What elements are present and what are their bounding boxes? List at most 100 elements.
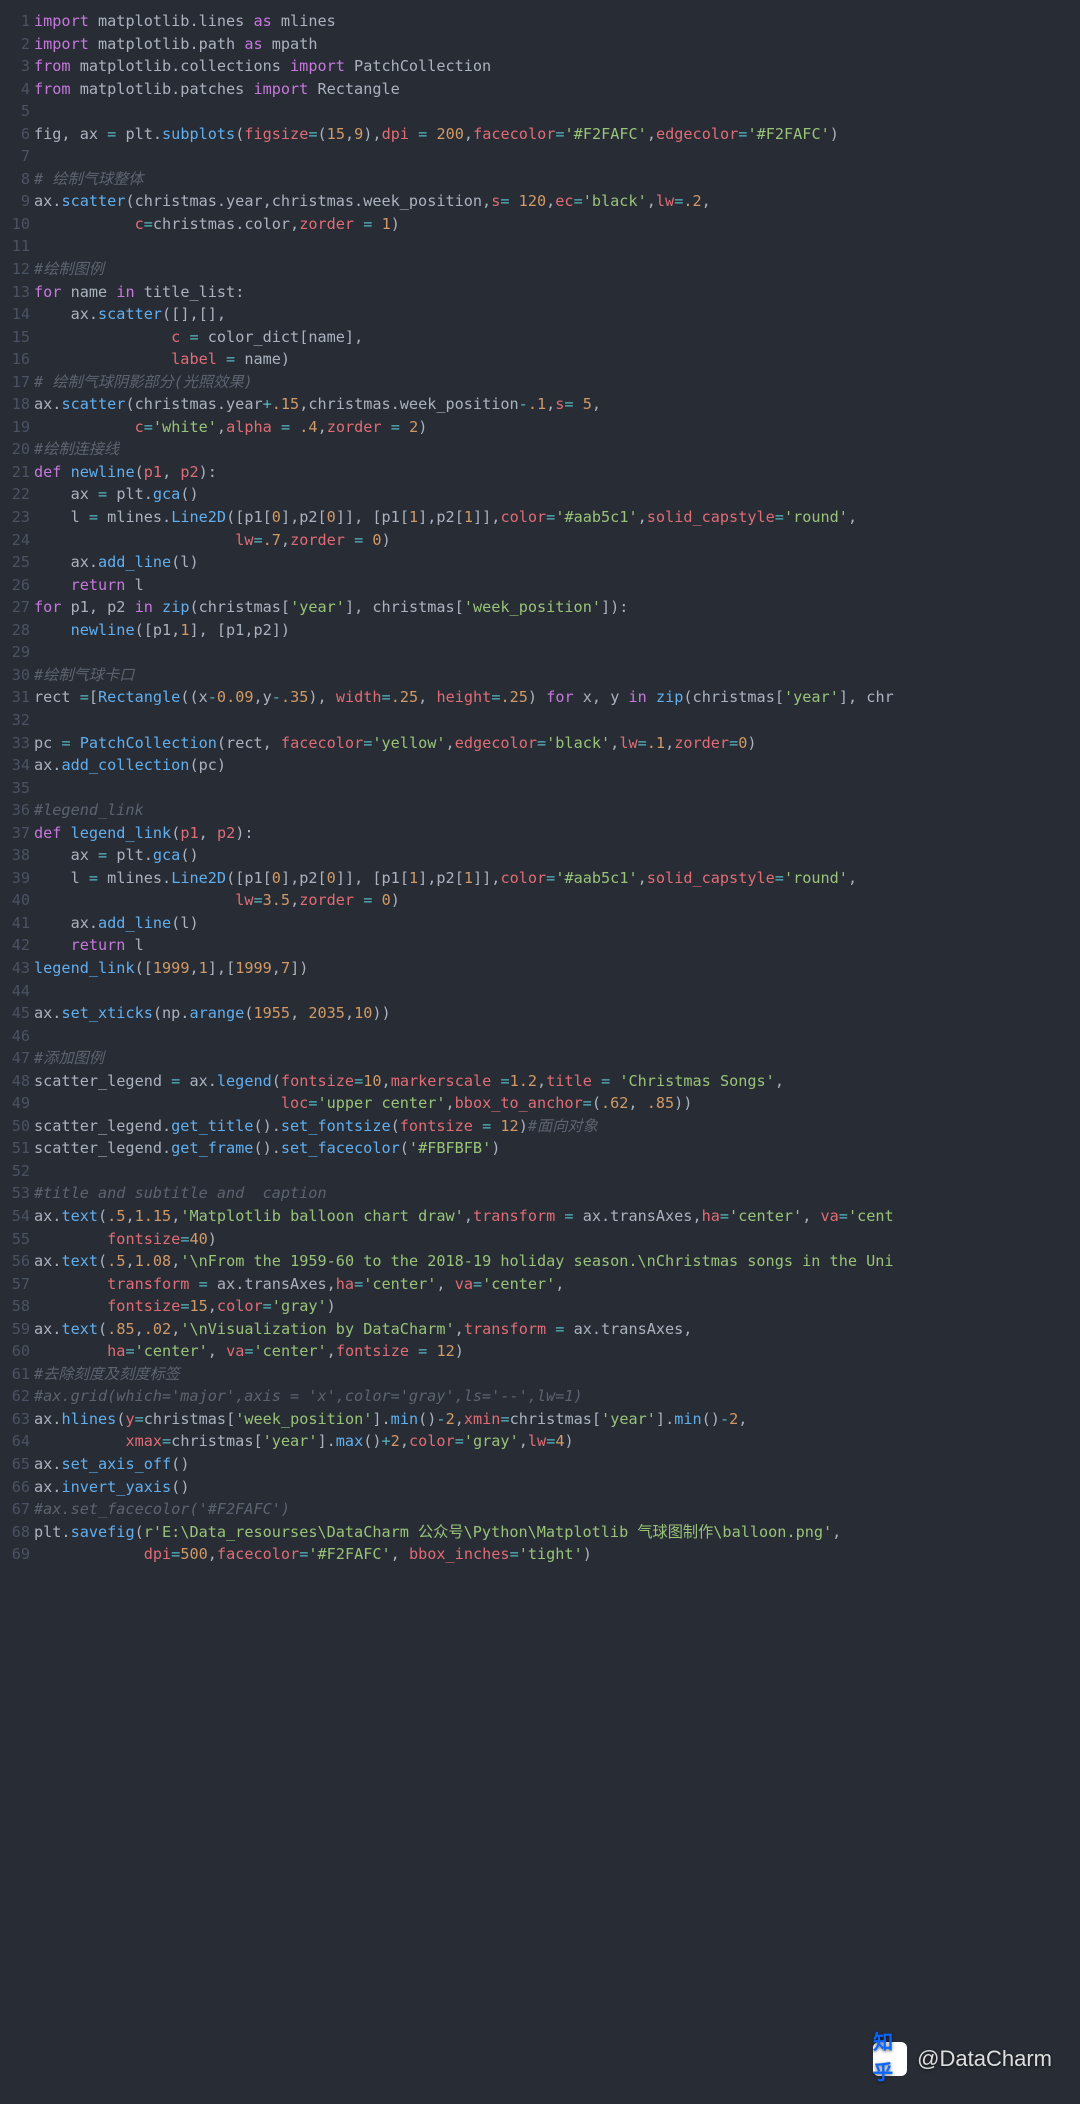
code-text[interactable]: c=christmas.color,zorder = 1) xyxy=(34,213,400,236)
code-line[interactable]: 6fig, ax = plt.subplots(figsize=(15,9),d… xyxy=(0,123,1080,146)
code-text[interactable]: #title and subtitle and caption xyxy=(34,1182,327,1205)
code-text[interactable]: #添加图例 xyxy=(34,1047,104,1070)
code-text[interactable] xyxy=(34,145,43,168)
code-text[interactable]: import matplotlib.path as mpath xyxy=(34,33,318,56)
code-text[interactable]: lw=.7,zorder = 0) xyxy=(34,529,391,552)
code-text[interactable]: dpi=500,facecolor='#F2FAFC', bbox_inches… xyxy=(34,1543,592,1566)
code-line[interactable]: 54ax.text(.5,1.15,'Matplotlib balloon ch… xyxy=(0,1205,1080,1228)
code-text[interactable]: def newline(p1, p2): xyxy=(34,461,217,484)
code-line[interactable]: 44 xyxy=(0,980,1080,1003)
code-text[interactable]: label = name) xyxy=(34,348,290,371)
code-text[interactable]: #绘制连接线 xyxy=(34,438,119,461)
code-line[interactable]: 56ax.text(.5,1.08,'\nFrom the 1959-60 to… xyxy=(0,1250,1080,1273)
code-line[interactable]: 3from matplotlib.collections import Patc… xyxy=(0,55,1080,78)
code-text[interactable]: plt.savefig(r'E:\Data_resourses\DataChar… xyxy=(34,1521,841,1544)
code-text[interactable]: l = mlines.Line2D([p1[0],p2[0]], [p1[1],… xyxy=(34,506,857,529)
code-text[interactable]: ax = plt.gca() xyxy=(34,483,199,506)
code-text[interactable]: transform = ax.transAxes,ha='center', va… xyxy=(34,1273,564,1296)
code-text[interactable] xyxy=(34,980,43,1003)
code-text[interactable]: xmax=christmas['year'].max()+2,color='gr… xyxy=(34,1430,574,1453)
code-line[interactable]: 69 dpi=500,facecolor='#F2FAFC', bbox_inc… xyxy=(0,1543,1080,1566)
code-text[interactable]: #legend_link xyxy=(34,799,144,822)
code-line[interactable]: 16 label = name) xyxy=(0,348,1080,371)
code-line[interactable]: 33pc = PatchCollection(rect, facecolor='… xyxy=(0,732,1080,755)
code-text[interactable]: #绘制图例 xyxy=(34,258,104,281)
code-text[interactable]: ax.hlines(y=christmas['week_position'].m… xyxy=(34,1408,747,1431)
code-line[interactable]: 30#绘制气球卡口 xyxy=(0,664,1080,687)
code-line[interactable]: 21def newline(p1, p2): xyxy=(0,461,1080,484)
code-text[interactable]: ax.text(.5,1.08,'\nFrom the 1959-60 to t… xyxy=(34,1250,894,1273)
code-line[interactable]: 38 ax = plt.gca() xyxy=(0,844,1080,867)
code-text[interactable]: fontsize=15,color='gray') xyxy=(34,1295,336,1318)
code-text[interactable]: #绘制气球卡口 xyxy=(34,664,134,687)
code-line[interactable]: 10 c=christmas.color,zorder = 1) xyxy=(0,213,1080,236)
code-line[interactable]: 14 ax.scatter([],[], xyxy=(0,303,1080,326)
code-text[interactable]: # 绘制气球整体 xyxy=(34,168,143,191)
code-text[interactable]: pc = PatchCollection(rect, facecolor='ye… xyxy=(34,732,757,755)
code-text[interactable]: ha='center', va='center',fontsize = 12) xyxy=(34,1340,464,1363)
code-text[interactable] xyxy=(34,1160,43,1183)
code-line[interactable]: 29 xyxy=(0,641,1080,664)
code-line[interactable]: 9ax.scatter(christmas.year,christmas.wee… xyxy=(0,190,1080,213)
code-line[interactable]: 15 c = color_dict[name], xyxy=(0,326,1080,349)
code-line[interactable]: 35 xyxy=(0,777,1080,800)
code-text[interactable]: from matplotlib.patches import Rectangle xyxy=(34,78,400,101)
code-line[interactable]: 34ax.add_collection(pc) xyxy=(0,754,1080,777)
code-line[interactable]: 12#绘制图例 xyxy=(0,258,1080,281)
code-line[interactable]: 11 xyxy=(0,235,1080,258)
code-line[interactable]: 22 ax = plt.gca() xyxy=(0,483,1080,506)
code-line[interactable]: 8# 绘制气球整体 xyxy=(0,168,1080,191)
code-text[interactable]: for name in title_list: xyxy=(34,281,244,304)
code-line[interactable]: 4from matplotlib.patches import Rectangl… xyxy=(0,78,1080,101)
code-text[interactable]: ax.set_axis_off() xyxy=(34,1453,189,1476)
code-line[interactable]: 40 lw=3.5,zorder = 0) xyxy=(0,889,1080,912)
code-line[interactable]: 28 newline([p1,1], [p1,p2]) xyxy=(0,619,1080,642)
code-text[interactable]: #去除刻度及刻度标签 xyxy=(34,1363,180,1386)
code-text[interactable]: ax.scatter([],[], xyxy=(34,303,226,326)
code-text[interactable] xyxy=(34,777,43,800)
code-line[interactable]: 47#添加图例 xyxy=(0,1047,1080,1070)
code-line[interactable]: 61#去除刻度及刻度标签 xyxy=(0,1363,1080,1386)
code-line[interactable]: 63ax.hlines(y=christmas['week_position']… xyxy=(0,1408,1080,1431)
code-text[interactable]: lw=3.5,zorder = 0) xyxy=(34,889,400,912)
code-line[interactable]: 19 c='white',alpha = .4,zorder = 2) xyxy=(0,416,1080,439)
code-line[interactable]: 18ax.scatter(christmas.year+.15,christma… xyxy=(0,393,1080,416)
code-text[interactable]: #ax.set_facecolor('#F2FAFC') xyxy=(34,1498,290,1521)
code-text[interactable]: fontsize=40) xyxy=(34,1228,217,1251)
code-text[interactable]: legend_link([1999,1],[1999,7]) xyxy=(34,957,308,980)
code-line[interactable]: 24 lw=.7,zorder = 0) xyxy=(0,529,1080,552)
code-text[interactable] xyxy=(34,235,43,258)
code-line[interactable]: 59ax.text(.85,.02,'\nVisualization by Da… xyxy=(0,1318,1080,1341)
code-text[interactable]: return l xyxy=(34,574,144,597)
code-line[interactable]: 31rect =[Rectangle((x-0.09,y-.35), width… xyxy=(0,686,1080,709)
code-text[interactable]: for p1, p2 in zip(christmas['year'], chr… xyxy=(34,596,628,619)
code-text[interactable]: def legend_link(p1, p2): xyxy=(34,822,254,845)
code-text[interactable]: scatter_legend.get_frame().set_facecolor… xyxy=(34,1137,500,1160)
code-text[interactable]: ax.add_collection(pc) xyxy=(34,754,226,777)
code-line[interactable]: 45ax.set_xticks(np.arange(1955, 2035,10)… xyxy=(0,1002,1080,1025)
code-text[interactable]: scatter_legend.get_title().set_fontsize(… xyxy=(34,1115,598,1138)
code-text[interactable]: ax.text(.5,1.15,'Matplotlib balloon char… xyxy=(34,1205,894,1228)
code-text[interactable]: loc='upper center',bbox_to_anchor=(.62, … xyxy=(34,1092,692,1115)
code-line[interactable]: 42 return l xyxy=(0,934,1080,957)
code-line[interactable]: 5 xyxy=(0,100,1080,123)
code-text[interactable]: ax.set_xticks(np.arange(1955, 2035,10)) xyxy=(34,1002,391,1025)
code-line[interactable]: 32 xyxy=(0,709,1080,732)
code-line[interactable]: 55 fontsize=40) xyxy=(0,1228,1080,1251)
code-line[interactable]: 36#legend_link xyxy=(0,799,1080,822)
code-line[interactable]: 41 ax.add_line(l) xyxy=(0,912,1080,935)
code-line[interactable]: 43legend_link([1999,1],[1999,7]) xyxy=(0,957,1080,980)
code-line[interactable]: 60 ha='center', va='center',fontsize = 1… xyxy=(0,1340,1080,1363)
code-line[interactable]: 52 xyxy=(0,1160,1080,1183)
code-text[interactable]: #ax.grid(which='major',axis = 'x',color=… xyxy=(34,1385,583,1408)
code-text[interactable]: # 绘制气球阴影部分(光照效果) xyxy=(34,371,253,394)
code-line[interactable]: 50scatter_legend.get_title().set_fontsiz… xyxy=(0,1115,1080,1138)
code-text[interactable]: newline([p1,1], [p1,p2]) xyxy=(34,619,290,642)
code-text[interactable]: ax.scatter(christmas.year+.15,christmas.… xyxy=(34,393,601,416)
code-text[interactable] xyxy=(34,100,43,123)
code-line[interactable]: 2import matplotlib.path as mpath xyxy=(0,33,1080,56)
code-line[interactable]: 57 transform = ax.transAxes,ha='center',… xyxy=(0,1273,1080,1296)
code-text[interactable]: rect =[Rectangle((x-0.09,y-.35), width=.… xyxy=(34,686,894,709)
code-line[interactable]: 48scatter_legend = ax.legend(fontsize=10… xyxy=(0,1070,1080,1093)
code-text[interactable]: ax.invert_yaxis() xyxy=(34,1476,189,1499)
